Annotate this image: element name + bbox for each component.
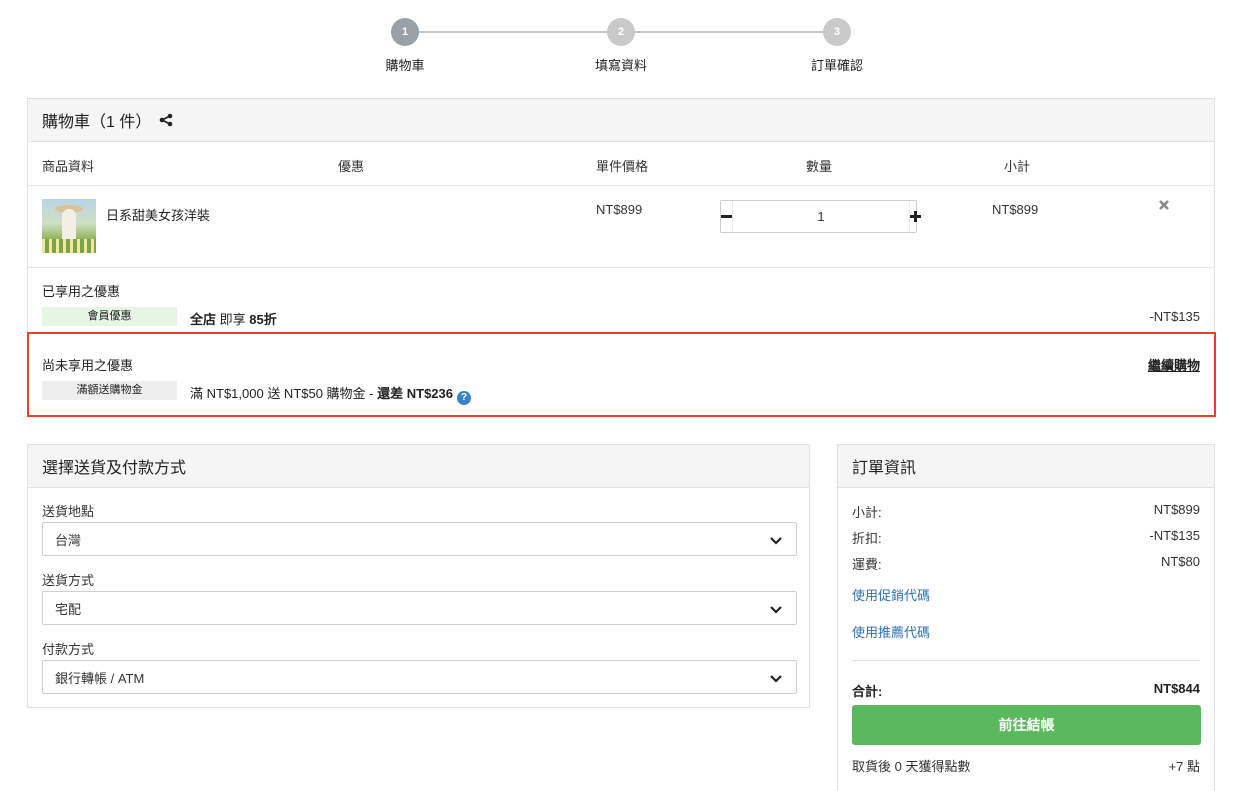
increase-quantity-button[interactable] bbox=[910, 201, 921, 232]
delivery-location-label: 送貨地點 bbox=[42, 504, 95, 519]
step-label: 購物車 bbox=[385, 58, 425, 73]
payment-method-value: 銀行轉帳 / ATM bbox=[55, 670, 145, 686]
column-product: 商品資料 bbox=[42, 159, 95, 174]
cart-title: 購物車（1 件） bbox=[42, 114, 152, 131]
checkout-stepper: 1 購物車 2 填寫資料 3 訂單確認 bbox=[0, 18, 1235, 78]
cart-header: 購物車（1 件） bbox=[28, 99, 1214, 142]
total-row: 合計: NT$844 bbox=[852, 681, 1200, 700]
applied-promotion-text: 全店 即享 85折 bbox=[190, 309, 277, 328]
payment-method-label: 付款方式 bbox=[42, 642, 95, 657]
subtotal-label: 小計: bbox=[852, 505, 882, 520]
order-title: 訂單資訊 bbox=[852, 460, 917, 477]
chevron-down-icon bbox=[770, 675, 782, 683]
shipping-fee-value: NT$80 bbox=[1160, 554, 1200, 569]
payment-method-select[interactable]: 銀行轉帳 / ATM bbox=[42, 660, 797, 694]
promo-code-link[interactable]: 使用促銷代碼 bbox=[852, 585, 930, 604]
points-label: 取貨後 0 天獲得點數 bbox=[852, 759, 971, 774]
row-divider bbox=[28, 185, 1214, 186]
column-quantity: 數量 bbox=[806, 159, 833, 174]
delivery-location-value: 台灣 bbox=[55, 532, 82, 548]
chevron-down-icon bbox=[770, 537, 782, 545]
referral-code-link[interactable]: 使用推薦代碼 bbox=[852, 622, 930, 641]
points-value: +7 點 bbox=[1168, 759, 1200, 774]
shipping-fee-label: 運費: bbox=[852, 557, 882, 572]
checkout-button[interactable]: 前往結帳 bbox=[852, 705, 1201, 745]
order-summary-panel: 訂單資訊 小計: NT$899 折扣: -NT$135 運費: NT$80 使用… bbox=[837, 444, 1215, 791]
plus-icon bbox=[910, 211, 921, 222]
shipping-title: 選擇送貨及付款方式 bbox=[42, 460, 187, 477]
step-number: 3 bbox=[823, 18, 851, 46]
delivery-method-value: 宅配 bbox=[55, 601, 82, 617]
chevron-down-icon bbox=[770, 606, 782, 614]
quantity-stepper bbox=[720, 200, 921, 233]
minus-icon bbox=[721, 215, 732, 218]
unit-price: NT$899 bbox=[596, 202, 643, 217]
subtotal-row: 小計: NT$899 bbox=[852, 502, 1200, 521]
shipping-payment-panel: 選擇送貨及付款方式 送貨地點 台灣 送貨方式 宅配 付款方式 銀行轉帳 / AT… bbox=[27, 444, 810, 708]
step-number: 2 bbox=[607, 18, 635, 46]
points-row: 取貨後 0 天獲得點數 +7 點 bbox=[852, 756, 1200, 775]
column-subtotal: 小計 bbox=[1004, 159, 1031, 174]
delivery-location-select[interactable]: 台灣 bbox=[42, 522, 797, 556]
step-confirm: 3 訂單確認 bbox=[797, 18, 877, 74]
pending-promotions-highlight bbox=[27, 332, 1216, 417]
promo-middle: 即享 bbox=[216, 312, 250, 327]
step-cart: 1 購物車 bbox=[365, 18, 445, 74]
discount-label: 折扣: bbox=[852, 531, 882, 546]
column-unit-price: 單件價格 bbox=[596, 159, 649, 174]
step-label: 填寫資料 bbox=[594, 58, 647, 73]
quantity-input[interactable] bbox=[732, 201, 910, 232]
discount-value: -NT$135 bbox=[1149, 528, 1200, 543]
discount-row: 折扣: -NT$135 bbox=[852, 528, 1200, 547]
applied-discount-amount: -NT$135 bbox=[1149, 309, 1200, 324]
summary-divider bbox=[852, 660, 1200, 661]
row-divider bbox=[28, 267, 1214, 268]
step-label: 訂單確認 bbox=[810, 58, 863, 73]
order-header: 訂單資訊 bbox=[838, 445, 1214, 488]
shipping-header: 選擇送貨及付款方式 bbox=[28, 445, 809, 488]
total-value: NT$844 bbox=[1153, 681, 1200, 696]
member-discount-badge: 會員優惠 bbox=[42, 307, 177, 326]
decrease-quantity-button[interactable] bbox=[721, 201, 732, 232]
delivery-method-select[interactable]: 宅配 bbox=[42, 591, 797, 625]
promo-discount: 85折 bbox=[249, 312, 277, 327]
total-label: 合計: bbox=[852, 684, 883, 699]
step-fill-info: 2 填寫資料 bbox=[581, 18, 661, 74]
subtotal-value: NT$899 bbox=[1153, 502, 1200, 517]
product-thumbnail[interactable] bbox=[42, 199, 96, 253]
column-promotion: 優惠 bbox=[338, 159, 365, 174]
step-number: 1 bbox=[391, 18, 419, 46]
share-icon[interactable] bbox=[159, 113, 173, 127]
applied-promotions-title: 已享用之優惠 bbox=[42, 284, 121, 299]
shipping-fee-row: 運費: NT$80 bbox=[852, 554, 1200, 573]
remove-item-icon[interactable] bbox=[1156, 199, 1172, 215]
promo-scope: 全店 bbox=[190, 312, 217, 327]
delivery-method-label: 送貨方式 bbox=[42, 573, 95, 588]
product-name[interactable]: 日系甜美女孩洋裝 bbox=[106, 205, 210, 224]
item-subtotal: NT$899 bbox=[992, 202, 1039, 217]
